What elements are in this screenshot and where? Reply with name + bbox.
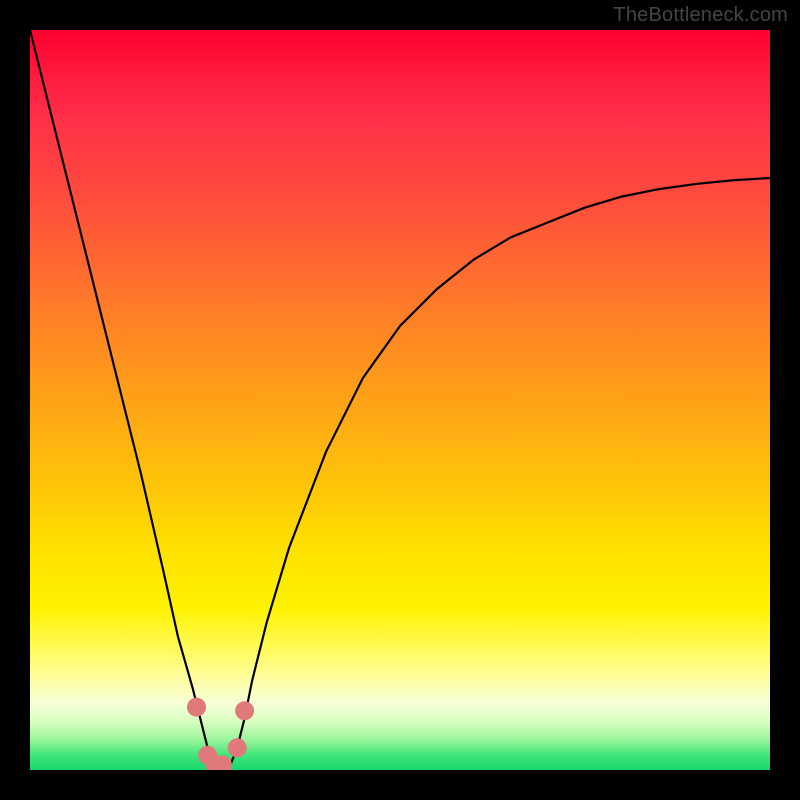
marker-point — [235, 701, 254, 720]
marker-points — [187, 698, 254, 770]
marker-point — [228, 738, 247, 757]
watermark-text: TheBottleneck.com — [613, 4, 788, 27]
chart-overlay — [30, 30, 770, 770]
bottleneck-curve-line — [30, 30, 770, 766]
marker-point — [187, 698, 206, 717]
chart-frame: TheBottleneck.com — [0, 0, 800, 800]
